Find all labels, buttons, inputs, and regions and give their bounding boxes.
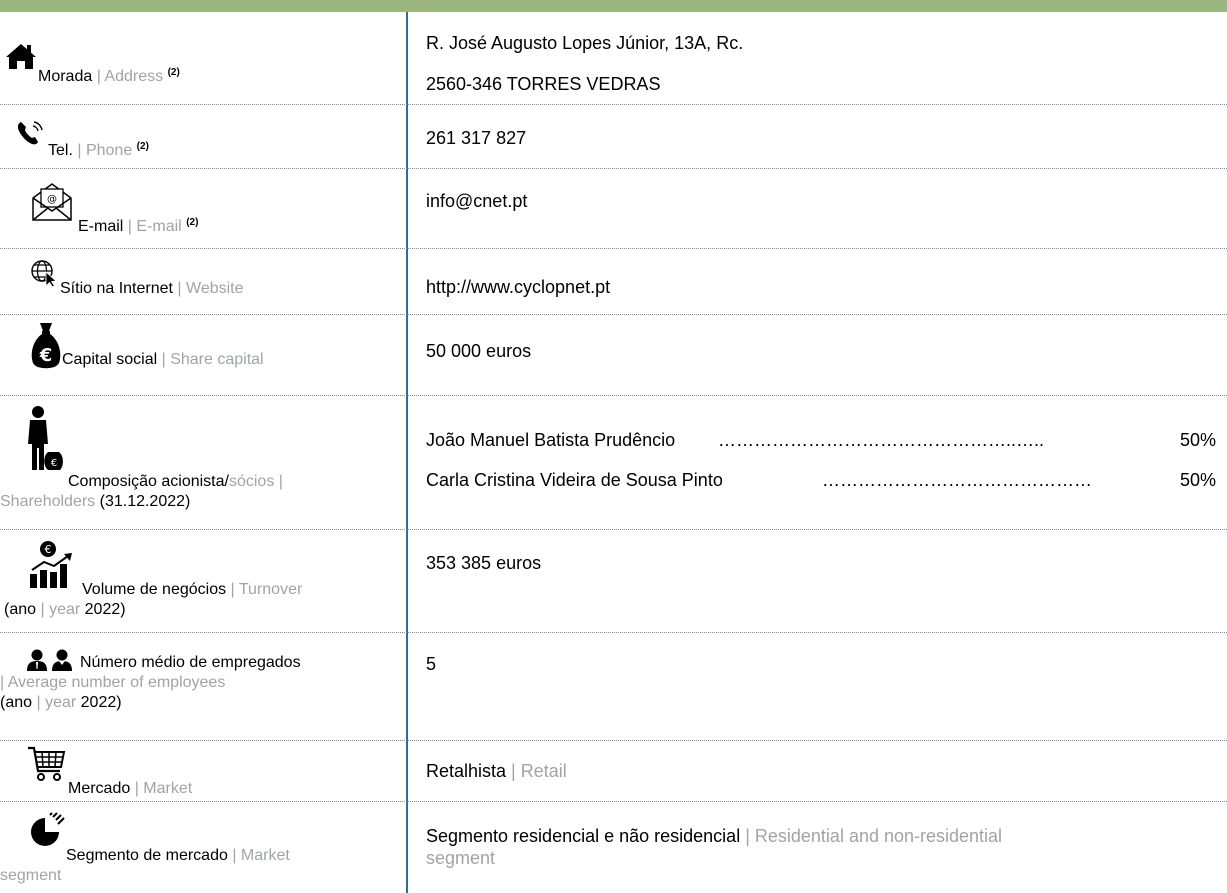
- shareholder-item: Carla Cristina Videira de Sousa Pinto ………: [426, 469, 1216, 491]
- shareholder-item: João Manuel Batista Prudêncio ……………………………: [426, 429, 1216, 451]
- website-row: Sítio na Internet | Website http://www.c…: [0, 249, 1227, 315]
- market-value-pt: Retalhista: [426, 761, 507, 781]
- shareholders-label-pt: Composição acionista/: [68, 473, 229, 490]
- segment-value-pt: Segmento residencial e não residencial: [426, 826, 741, 846]
- turnover-label-pt: Volume de negócios: [82, 581, 227, 598]
- svg-text:@: @: [47, 194, 57, 205]
- email-row: @ E-mail | E-mail (2) info@cnet.pt: [0, 169, 1227, 249]
- pie-segment-icon: [31, 812, 65, 846]
- shareholders-row: € Composição acionista/sócios | Sharehol…: [0, 396, 1227, 530]
- svg-text:€: €: [51, 458, 57, 469]
- segment-row: Segmento de mercado | Market segment Seg…: [0, 802, 1227, 893]
- segment-label-en: Market: [240, 847, 290, 864]
- svg-text:€: €: [39, 345, 53, 366]
- website-label-pt: Sítio na Internet: [60, 280, 173, 297]
- phone-icon: [17, 121, 43, 145]
- market-label-en: Market: [143, 780, 193, 797]
- phone-row: Tel. | Phone (2) 261 317 827: [0, 105, 1227, 169]
- email-icon: @: [32, 183, 72, 221]
- email-label-en: E-mail: [136, 218, 182, 235]
- money-bag-icon: €: [31, 323, 61, 369]
- shareholder-percentage: 50%: [1179, 470, 1216, 490]
- phone-label-en: Phone: [85, 142, 133, 159]
- shareholder-dots: …………………………………………..…..: [718, 430, 1045, 450]
- capital-label-pt: Capital social: [62, 351, 158, 368]
- home-icon: [6, 44, 36, 69]
- globe-icon: [31, 260, 57, 287]
- shareholders-label-en: Shareholders: [0, 493, 96, 510]
- email-label-pt: E-mail: [78, 218, 124, 235]
- employees-row: Número médio de empregados | Average num…: [0, 633, 1227, 741]
- shareholder-icon: €: [28, 406, 63, 470]
- employees-label-pt: Número médio de empregados: [80, 654, 301, 671]
- shareholder-percentage: 50%: [1179, 430, 1216, 450]
- header-bar: [0, 0, 1227, 12]
- address-row: Morada | Address (2) R. José Augusto Lop…: [0, 12, 1227, 105]
- address-line-2: 2560-346 TORRES VEDRAS: [426, 74, 661, 94]
- address-label-pt: Morada: [38, 68, 93, 85]
- turnover-label-en: Turnover: [238, 581, 303, 598]
- address-label-en: Address: [104, 68, 164, 85]
- website-value[interactable]: http://www.cyclopnet.pt: [426, 276, 1206, 298]
- shareholder-dots: ………………………………………: [822, 470, 1092, 490]
- turnover-row: € Volume de negócios | Turnover (ano | y…: [0, 530, 1227, 633]
- website-label-en: Website: [186, 280, 244, 297]
- phone-value: 261 317 827: [426, 128, 527, 148]
- shareholder-name: João Manuel Batista Prudêncio: [426, 430, 676, 450]
- shareholders-date: (31.12.2022): [95, 493, 191, 510]
- email-value: info@cnet.pt: [426, 191, 528, 211]
- employees-label-en: | Average number of employees: [0, 674, 226, 691]
- turnover-value: 353 385 euros: [426, 553, 542, 573]
- market-label-pt: Mercado: [68, 780, 131, 797]
- cart-icon: [28, 746, 66, 781]
- market-value-en: Retail: [520, 761, 567, 781]
- capital-row: € Capital social | Share capital 50 000 …: [0, 315, 1227, 396]
- capital-value: 50 000 euros: [426, 341, 532, 361]
- shareholder-name: Carla Cristina Videira de Sousa Pinto: [426, 470, 723, 490]
- segment-label-pt: Segmento de mercado: [66, 847, 228, 864]
- phone-label-pt: Tel.: [48, 142, 73, 159]
- market-row: Mercado | Market Retalhista | Retail: [0, 741, 1227, 802]
- shareholders-list: João Manuel Batista Prudêncio ……………………………: [426, 429, 1216, 491]
- address-line-1: R. José Augusto Lopes Júnior, 13A, Rc.: [426, 33, 744, 53]
- svg-text:€: €: [45, 543, 52, 556]
- capital-label-en: Share capital: [170, 351, 264, 368]
- employees-value: 5: [426, 654, 437, 674]
- segment-value-en: Residential and non-residential: [754, 826, 1003, 846]
